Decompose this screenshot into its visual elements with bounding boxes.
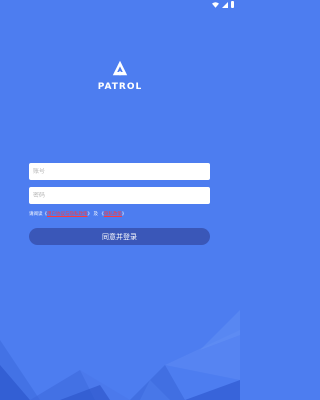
logo-area: PATROL: [0, 60, 240, 92]
agreement-text: 请阅读《用户协议与隐私政策》 及 《隐私政策》: [29, 211, 210, 217]
app-name: PATROL: [97, 82, 143, 92]
agreement-prefix: 请阅读: [29, 212, 43, 217]
account-input[interactable]: [33, 168, 206, 175]
agreement-quote-close-2: 》: [121, 212, 127, 217]
agreement-and: 及: [93, 212, 98, 217]
wifi-icon: [212, 1, 219, 8]
agreement-quote-close-1: 》: [87, 212, 93, 217]
background-triangle-pattern: [0, 310, 240, 400]
status-bar: [0, 0, 240, 10]
password-field[interactable]: [29, 187, 210, 204]
pine-tree-icon: [112, 60, 128, 76]
agree-and-login-button[interactable]: 同意并登录: [29, 228, 210, 245]
account-field[interactable]: [29, 163, 210, 180]
status-icons: [212, 1, 234, 8]
password-input[interactable]: [33, 192, 206, 199]
signal-icon: [222, 1, 228, 8]
battery-icon: [231, 1, 234, 8]
privacy-policy-link[interactable]: 隐私政策: [104, 212, 122, 217]
user-agreement-link[interactable]: 用户协议与隐私政策: [47, 212, 88, 217]
